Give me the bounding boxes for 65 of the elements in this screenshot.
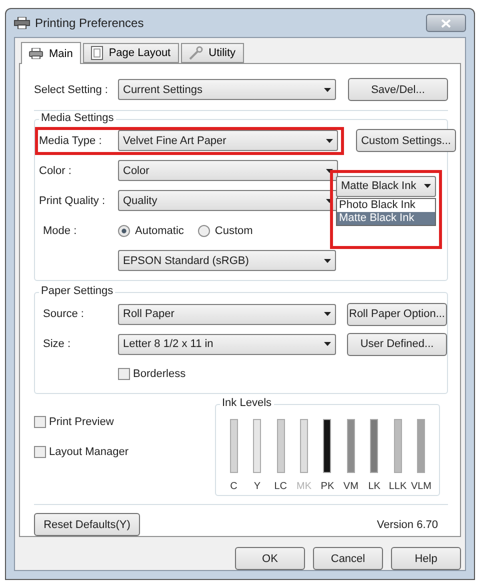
tab[interactable]: Page Layout (82, 43, 179, 63)
ink-label: PK (320, 481, 334, 492)
setting-dropdown[interactable]: Color (118, 160, 338, 182)
field-label: Color : (39, 164, 72, 177)
ink-label: VM (343, 481, 358, 492)
dialog-button[interactable]: Help (391, 547, 461, 570)
radio-label: Custom (214, 224, 253, 237)
reset-defaults-button[interactable]: Reset Defaults(Y) (34, 513, 140, 536)
dialog-button[interactable]: OK (235, 547, 305, 570)
paper-option-button[interactable]: Roll Paper Option... (347, 302, 447, 326)
checkbox-label: Borderless (133, 368, 186, 380)
paper-dropdown[interactable]: Roll Paper (118, 304, 336, 324)
field-label: Mode : (42, 224, 78, 237)
paper-option-button[interactable]: User Defined... (347, 332, 447, 356)
checkbox-label: Layout Manager (49, 446, 128, 458)
setting-dropdown[interactable]: Quality (118, 190, 338, 212)
color-mode-dropdown[interactable]: EPSON Standard (sRGB) (118, 250, 336, 272)
ink-label: LK (368, 481, 380, 492)
radio-label: Automatic (135, 224, 184, 237)
dropdown-arrow-icon (326, 168, 333, 173)
ink-dropdown[interactable]: Matte Black Ink (336, 176, 436, 197)
tab[interactable]: Main (21, 42, 81, 64)
paper-dropdown[interactable]: Letter 8 1/2 x 11 in (118, 334, 336, 354)
ink-label: C (230, 481, 238, 492)
ink-label: Y (254, 481, 260, 492)
group-title: Ink Levels (220, 397, 274, 409)
group-title: Media Settings (39, 112, 116, 124)
checkbox[interactable] (118, 368, 130, 380)
radio-button[interactable] (118, 224, 130, 237)
dialog-button[interactable]: Cancel (313, 547, 383, 570)
version-text: Version 6.70 (376, 518, 438, 530)
ink-label: MK (296, 481, 312, 492)
printer-icon (14, 17, 30, 29)
setting-dropdown[interactable]: Velvet Fine Art Paper (118, 130, 338, 152)
dropdown-arrow-icon (424, 184, 431, 188)
field-label: Print Quality : (39, 194, 106, 207)
wrench-icon (188, 46, 203, 60)
setting-dropdown[interactable]: Current Settings (118, 79, 336, 100)
radio-button[interactable] (198, 224, 210, 237)
close-button[interactable] (426, 14, 466, 32)
dropdown-arrow-icon (324, 342, 331, 346)
dropdown-arrow-icon (326, 138, 333, 143)
checkbox[interactable] (34, 416, 46, 428)
dropdown-arrow-icon (326, 198, 333, 203)
ink-label: LC (274, 481, 287, 492)
dropdown-arrow-icon (324, 88, 331, 92)
checkbox[interactable] (34, 446, 46, 458)
dropdown-option[interactable]: Matte Black Ink (337, 212, 435, 225)
dropdown-arrow-icon (324, 312, 331, 316)
save-delete-button[interactable]: Save/Del... (348, 78, 448, 102)
custom-settings-button[interactable]: Custom Settings... (356, 129, 456, 152)
close-icon (441, 18, 451, 28)
field-label: Source : (42, 308, 85, 320)
field-label: Select Setting : (34, 84, 109, 96)
ink-label: VLM (410, 481, 432, 492)
field-label: Media Type : (39, 134, 103, 147)
tab[interactable]: Utility (180, 43, 244, 63)
checkbox-label: Print Preview (49, 416, 114, 428)
page-icon (90, 46, 103, 60)
window-title: Printing Preferences (35, 16, 145, 30)
ink-label: LLK (388, 481, 407, 492)
printer-icon (29, 48, 43, 59)
group-title: Paper Settings (39, 285, 116, 297)
field-label: Size : (42, 338, 72, 350)
dropdown-arrow-icon (324, 258, 331, 263)
